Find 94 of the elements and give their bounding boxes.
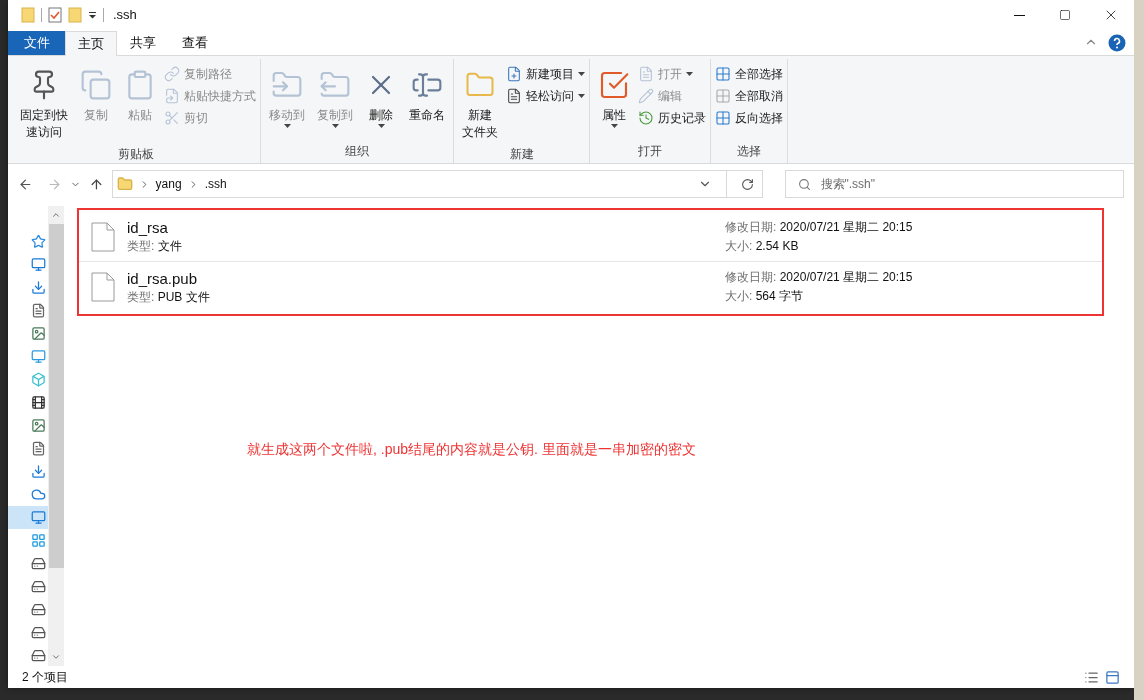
desktop-icon [31, 510, 46, 525]
video-icon [31, 395, 46, 410]
annotation-text: 就生成这两个文件啦, .pub结尾的内容就是公钥. 里面就是一串加密的密文 [247, 440, 697, 459]
search-icon [797, 177, 811, 191]
modified-date: 2020/07/21 星期二 20:15 [779, 270, 913, 284]
drive-icon [31, 602, 46, 617]
grid-icon [715, 110, 731, 126]
ribbon-small-button[interactable]: 轻松访问 [506, 85, 585, 107]
ribbon-group-label: 组织 [344, 143, 370, 160]
image-icon [31, 418, 46, 433]
document-icon [506, 88, 522, 104]
ribbon-tab[interactable]: 共享 [117, 31, 169, 55]
grid-icon [715, 88, 731, 104]
type-label: 类型: [127, 289, 155, 304]
help-icon[interactable] [1108, 34, 1126, 52]
forward-icon[interactable] [46, 176, 62, 192]
date-label: 修改日期: [725, 270, 777, 284]
ribbon-button[interactable]: 固定到快 速访问 [16, 59, 72, 145]
modified-date: 2020/07/21 星期二 20:15 [779, 219, 913, 234]
scroll-up-icon[interactable] [51, 210, 61, 220]
minimize-icon [1013, 14, 1025, 16]
file-type: PUB 文件 [157, 289, 210, 304]
document-icon [638, 66, 654, 82]
details-view-icon[interactable] [1084, 669, 1099, 685]
drive-icon [31, 556, 46, 571]
drive-icon [31, 579, 46, 594]
doc-icon [31, 441, 46, 456]
large-icons-view-icon[interactable] [1105, 669, 1120, 685]
ribbon-small-button[interactable]: 全部取消 [715, 85, 783, 107]
scrollbar[interactable] [48, 206, 64, 666]
folder-icon [116, 176, 133, 192]
ribbon-small-button[interactable]: 历史记录 [638, 107, 706, 129]
breadcrumb[interactable]: yang [155, 175, 182, 193]
back-icon[interactable] [18, 176, 33, 192]
new-file-icon [506, 66, 522, 82]
history-icon [638, 110, 654, 126]
file-size: 564 字节 [755, 289, 804, 303]
ribbon-tab[interactable]: 查看 [169, 31, 221, 55]
file-row[interactable]: id_rsa 类型: 文件 修改日期: 2020/07/21 星期二 20:15 大小: 2.54 KB [79, 212, 1102, 262]
date-label: 修改日期: [725, 219, 777, 234]
grid-icon [715, 66, 731, 82]
file-type: 文件 [157, 239, 182, 253]
window-title: .ssh [113, 6, 137, 25]
ribbon-small-button[interactable]: 全部选择 [715, 63, 783, 85]
scrollbar-thumb[interactable] [48, 224, 64, 568]
download-icon [31, 280, 46, 295]
ribbon-group-label: 新建 [508, 146, 535, 163]
download-icon [31, 464, 46, 479]
ribbon-small-button[interactable]: 反向选择 [715, 107, 783, 129]
cloud-icon [31, 487, 46, 502]
windows-icon [31, 533, 46, 548]
doc-icon [31, 303, 46, 318]
ribbon-group-label: 选择 [736, 143, 762, 160]
cube-icon [31, 372, 46, 387]
drive-icon [31, 648, 46, 663]
ribbon-button[interactable]: 删除 [361, 59, 401, 132]
ribbon-group-label: 打开 [637, 143, 663, 160]
file-row[interactable]: id_rsa.pub 类型: PUB 文件 修改日期: 2020/07/21 星期二 20:15 大小: 564 字节 [79, 262, 1102, 312]
ribbon-small-button[interactable]: 新建项目 [506, 63, 585, 85]
ribbon-button[interactable]: 新建 文件夹 [458, 59, 502, 145]
scissors-icon [164, 110, 180, 126]
pc-icon [31, 349, 46, 364]
item-count: 2 个项目 [22, 669, 68, 686]
image-icon [31, 326, 46, 341]
checkmark-icon[interactable] [48, 7, 62, 23]
type-label: 类型: [127, 239, 155, 253]
refresh-icon[interactable] [740, 177, 754, 191]
size-label: 大小: [725, 289, 753, 303]
maximize-icon [1059, 9, 1071, 21]
ribbon-tab[interactable]: 主页 [65, 31, 117, 56]
star-icon [31, 234, 46, 249]
file-name: id_rsa [127, 218, 169, 238]
breadcrumb[interactable]: .ssh [204, 175, 227, 193]
file-name: id_rsa.pub [127, 268, 199, 289]
desktop-icon [31, 257, 46, 272]
search-field[interactable]: 搜索".ssh" [784, 170, 1124, 198]
file-icon [91, 272, 115, 302]
pencil-icon [638, 88, 654, 104]
file-size: 2.54 KB [755, 238, 799, 253]
shortcut-icon [164, 88, 180, 104]
file-icon [91, 221, 115, 252]
copy-icon [80, 69, 112, 101]
ribbon-group-label: 剪贴板 [117, 146, 155, 163]
customize-caret-icon[interactable] [88, 11, 97, 19]
link-icon [164, 66, 180, 82]
size-label: 大小: [725, 238, 753, 253]
checkmark-icon [598, 69, 630, 101]
address-bar[interactable]: yang .ssh [111, 170, 763, 198]
ribbon-button[interactable]: 重命名 [405, 59, 449, 128]
up-icon[interactable] [88, 176, 104, 192]
file-tab[interactable]: 文件 [8, 31, 65, 55]
drive-icon [31, 625, 46, 640]
scroll-down-icon[interactable] [51, 652, 61, 662]
ribbon-button[interactable]: 属性 [594, 59, 634, 132]
